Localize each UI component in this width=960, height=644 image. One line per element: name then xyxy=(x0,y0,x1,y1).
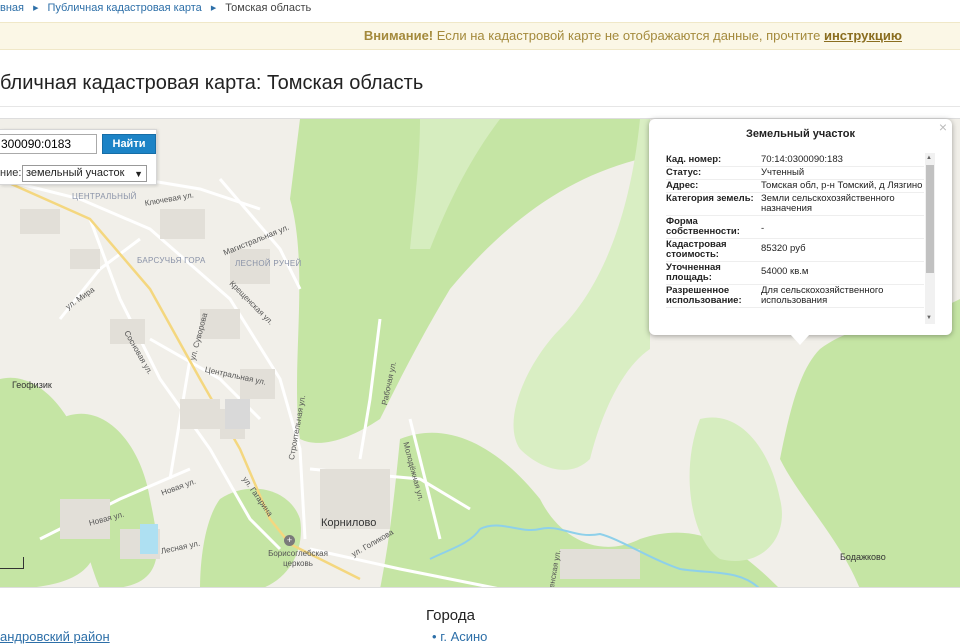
map-label-district: ЛЕСНОЙ РУЧЕЙ xyxy=(235,259,302,268)
map-label-district: ЦЕНТРАЛЬНЫЙ xyxy=(72,192,137,201)
breadcrumb: вная ▶ Публичная кадастровая карта ▶ Том… xyxy=(0,0,960,20)
popup-scrollbar[interactable]: ▲ ▼ xyxy=(925,153,935,324)
warning-banner: Внимание! Если на кадастровой карте не о… xyxy=(0,22,960,50)
map-label-place: Геофизик xyxy=(12,380,52,390)
popup-pointer xyxy=(790,334,810,345)
attribute-key: Категория земель: xyxy=(666,193,754,204)
title-divider xyxy=(0,106,960,107)
cadastral-number-input[interactable] xyxy=(0,134,97,154)
map-label-village: Бодажково xyxy=(840,552,886,562)
map-scale-bar xyxy=(0,557,24,569)
parcel-info-popup: × Земельный участок Кад. номер: 70:14:03… xyxy=(649,119,952,335)
attribute-value: Земли сельскохозяйственного назначения xyxy=(761,193,895,214)
chevron-down-icon: ▼ xyxy=(134,169,143,179)
map-label-district: БАРСУЧЬЯ ГОРА xyxy=(137,256,206,265)
table-row: Категория земель: Земли сельскохозяйстве… xyxy=(666,193,924,216)
attribute-value: 54000 кв.м xyxy=(761,266,809,277)
attribute-key: Уточненная площадь: xyxy=(666,262,721,283)
table-row: Кад. номер: 70:14:0300090:183 xyxy=(666,154,924,167)
breadcrumb-cadastral-map[interactable]: Публичная кадастровая карта xyxy=(48,2,202,14)
page-title: бличная кадастровая карта: Томская облас… xyxy=(0,72,424,94)
instruction-link[interactable]: инструкцию xyxy=(824,28,902,43)
district-link[interactable]: андровский район xyxy=(0,629,110,644)
scroll-up-icon[interactable]: ▲ xyxy=(926,155,932,161)
search-type-value: земельный участок xyxy=(26,167,125,179)
attribute-value: Учтенный xyxy=(761,167,805,178)
scrollbar-thumb[interactable] xyxy=(926,165,934,273)
cities-heading: Города xyxy=(426,607,475,624)
attribute-key: Адрес: xyxy=(666,180,699,191)
attribute-key: Форма собственности: xyxy=(666,216,740,237)
search-panel: Найти ние: земельный участок ▼ xyxy=(0,129,157,185)
map-label-village: Корнилово xyxy=(321,517,377,529)
attribute-value: Для сельскохозяйственного использования xyxy=(761,285,884,306)
attribute-key: Кадастровая стоимость: xyxy=(666,239,727,260)
table-row: Уточненная площадь: 54000 кв.м xyxy=(666,262,924,285)
attribute-key: Разрешенное использование: xyxy=(666,285,742,306)
attribute-value: 85320 руб xyxy=(761,243,806,254)
table-row: Форма собственности: - xyxy=(666,216,924,239)
attribute-value: 70:14:0300090:183 xyxy=(761,154,843,165)
attribute-value: - xyxy=(761,223,765,234)
table-row: Разрешенное использование: Для сельскохо… xyxy=(666,285,924,308)
search-button[interactable]: Найти xyxy=(102,134,156,154)
warning-text: Если на кадастровой карте не отображаютс… xyxy=(436,28,821,43)
breadcrumb-separator-icon: ▶ xyxy=(33,5,39,12)
search-type-select[interactable]: земельный участок ▼ xyxy=(22,165,147,182)
search-type-label: ние: xyxy=(0,167,22,179)
parcel-attributes-table: Кад. номер: 70:14:0300090:183 Статус: Уч… xyxy=(666,154,924,326)
city-link-asino[interactable]: г. Асино xyxy=(440,629,487,644)
scroll-down-icon[interactable]: ▼ xyxy=(926,315,932,321)
city-list-item: • г. Асино xyxy=(432,629,487,644)
table-row: Кадастровая стоимость: 85320 руб xyxy=(666,239,924,262)
bullet-icon: • xyxy=(432,629,437,644)
warning-strong: Внимание! xyxy=(363,28,434,43)
breadcrumb-home[interactable]: вная xyxy=(0,2,24,14)
attribute-key: Кад. номер: xyxy=(666,154,722,165)
breadcrumb-current: Томская область xyxy=(225,2,312,14)
map-label-church: Борисоглебская церковь xyxy=(268,549,328,568)
popup-title: Земельный участок xyxy=(746,128,855,140)
table-row: Адрес: Томская обл, р-н Томский, д Лязги… xyxy=(666,180,924,193)
attribute-key: Статус: xyxy=(666,167,702,178)
pond xyxy=(140,524,158,554)
church-icon: + xyxy=(284,535,295,546)
table-row: Статус: Учтенный xyxy=(666,167,924,180)
attribute-value: Томская обл, р-н Томский, д Лязгино xyxy=(761,180,923,191)
breadcrumb-separator-icon: ▶ xyxy=(210,5,217,12)
